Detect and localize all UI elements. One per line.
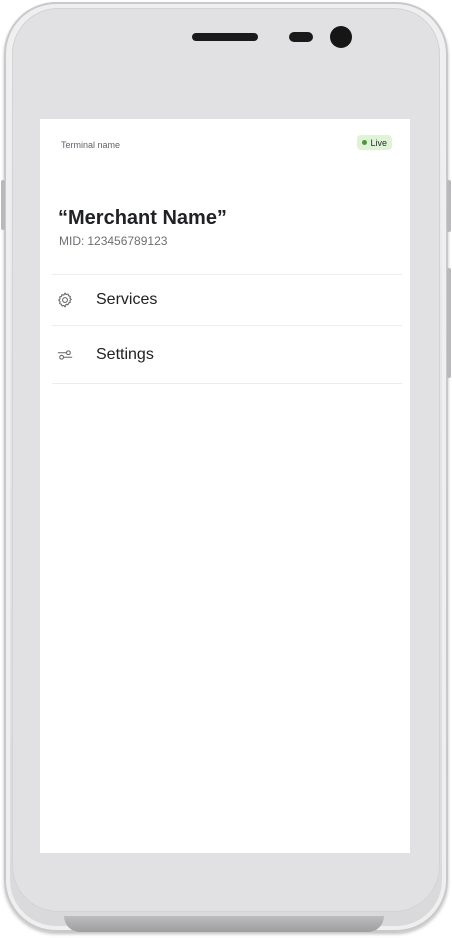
status-badge-label: Live [370,137,387,148]
menu-item-label: Services [96,291,158,308]
live-dot-icon [362,140,368,145]
gear-icon [56,291,74,309]
menu-item-label: Settings [96,346,154,363]
merchant-id: MID: 123456789123 [59,234,167,248]
device-bottom-edge [64,916,384,932]
mid-label: MID: [59,234,85,248]
divider [52,383,402,384]
mid-value: 123456789123 [87,234,168,248]
sliders-icon [56,346,74,364]
status-badge: Live [357,135,392,150]
merchant-name: “Merchant Name” [58,207,227,229]
earpiece-speaker [192,33,258,41]
right-side-button-bottom [447,268,451,378]
app-screen: Terminal name Live “Merchant Name” MID: 1… [40,119,410,853]
menu-item-settings[interactable]: Settings [52,330,402,380]
front-camera [330,26,352,48]
terminal-name-label: Terminal name [61,140,121,150]
divider [52,325,402,326]
right-side-button-top [447,180,451,232]
proximity-sensor [289,32,313,42]
left-side-button [1,180,5,230]
menu-item-services[interactable]: Services [52,275,402,325]
